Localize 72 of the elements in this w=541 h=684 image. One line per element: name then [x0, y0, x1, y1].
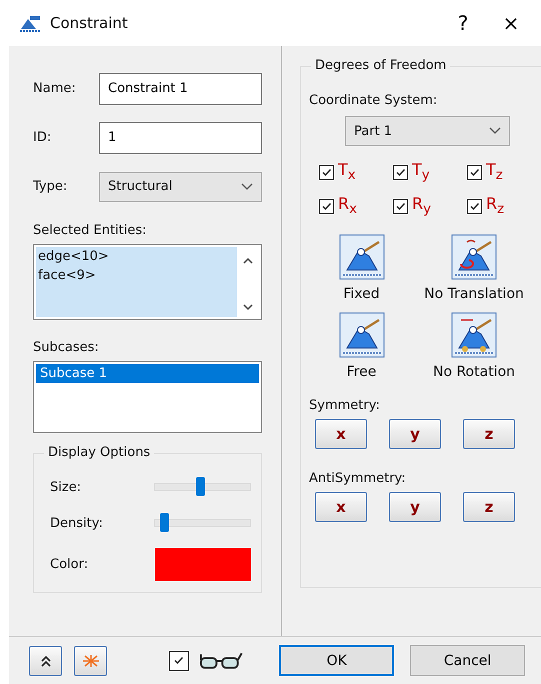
check-icon: [173, 655, 184, 666]
scroll-down-icon[interactable]: [243, 304, 253, 311]
option-label: Color:: [50, 556, 90, 572]
app-icon: [18, 13, 42, 33]
section-label: Selected Entities:: [33, 223, 148, 238]
type-dropdown[interactable]: Structural: [99, 172, 262, 202]
option-label: Size:: [50, 480, 82, 494]
collapse-button[interactable]: [29, 646, 62, 676]
antisymmetry-button[interactable]: z: [463, 492, 515, 522]
preset-button[interactable]: Fixed: [309, 234, 414, 302]
field-label: Name:: [33, 81, 77, 96]
preset-button[interactable]: Free: [309, 312, 414, 380]
support-icon: [451, 312, 497, 358]
glasses-icon[interactable]: [198, 650, 244, 670]
section-label: Subcases:: [33, 340, 100, 355]
dof-checkbox[interactable]: T$_{y}$: [393, 162, 467, 182]
support-icon: [338, 234, 384, 280]
highlight-button[interactable]: [74, 646, 108, 676]
option-label: Density:: [50, 516, 104, 530]
symmetry-button[interactable]: z: [463, 419, 515, 449]
close-button[interactable]: ×: [491, 11, 531, 35]
dof-checkbox[interactable]: R$_{x}$: [319, 196, 393, 216]
burst-icon: [80, 654, 101, 668]
checkbox[interactable]: [393, 198, 408, 214]
text-field[interactable]: Constraint 1: [99, 72, 262, 104]
field-label: ID:: [33, 130, 52, 145]
check-icon: [321, 166, 332, 178]
check-icon: [469, 200, 480, 212]
checkbox[interactable]: [393, 164, 408, 180]
check-icon: [469, 166, 480, 178]
checkbox[interactable]: [467, 164, 482, 180]
check-icon: [321, 200, 332, 212]
caret-icon: [489, 127, 501, 135]
window-title: Constraint: [50, 14, 129, 32]
support-icon: [338, 312, 384, 358]
check-icon: [395, 166, 406, 178]
checkbox[interactable]: [319, 198, 334, 214]
slider-thumb[interactable]: [160, 513, 170, 532]
group-title: Display Options: [44, 445, 154, 460]
preset-button[interactable]: No Translation: [414, 234, 534, 302]
caret-icon: [241, 182, 253, 190]
section-label: Symmetry:: [309, 398, 380, 413]
dof-checkbox[interactable]: R$_{y}$: [393, 196, 467, 216]
dof-checkbox[interactable]: R$_{z}$: [467, 196, 541, 216]
cancel-button[interactable]: Cancel: [410, 645, 526, 676]
symmetry-button[interactable]: y: [389, 419, 441, 449]
list-item[interactable]: Subcase 1: [36, 364, 259, 383]
scroll-up-icon[interactable]: [243, 257, 253, 264]
color-swatch[interactable]: [154, 548, 251, 580]
text-field[interactable]: 1: [99, 122, 262, 154]
double-chevron-up-icon: [40, 654, 52, 666]
checkbox[interactable]: [169, 650, 189, 670]
slider-thumb[interactable]: [196, 477, 205, 496]
field-label: Coordinate System:: [309, 93, 438, 108]
coordinate-dropdown[interactable]: Part 1: [345, 116, 510, 146]
list-item[interactable]: edge<10>: [36, 247, 237, 266]
help-button[interactable]: ?: [443, 11, 483, 35]
group-title: Degrees of Freedom: [311, 58, 450, 73]
symmetry-button[interactable]: x: [315, 419, 367, 449]
antisymmetry-button[interactable]: y: [389, 492, 441, 522]
checkbox[interactable]: [467, 198, 482, 214]
dof-checkbox[interactable]: T$_{x}$: [319, 162, 393, 182]
check-icon: [395, 200, 406, 212]
ok-button[interactable]: OK: [279, 645, 394, 676]
section-label: AntiSymmetry:: [309, 471, 406, 486]
field-label: Type:: [33, 179, 68, 194]
preset-button[interactable]: No Rotation: [414, 312, 534, 380]
list-item[interactable]: face<9>: [36, 266, 237, 285]
dof-checkbox[interactable]: T$_{z}$: [467, 162, 541, 182]
support-icon: [451, 234, 497, 280]
antisymmetry-button[interactable]: x: [315, 492, 367, 522]
checkbox[interactable]: [319, 164, 334, 180]
